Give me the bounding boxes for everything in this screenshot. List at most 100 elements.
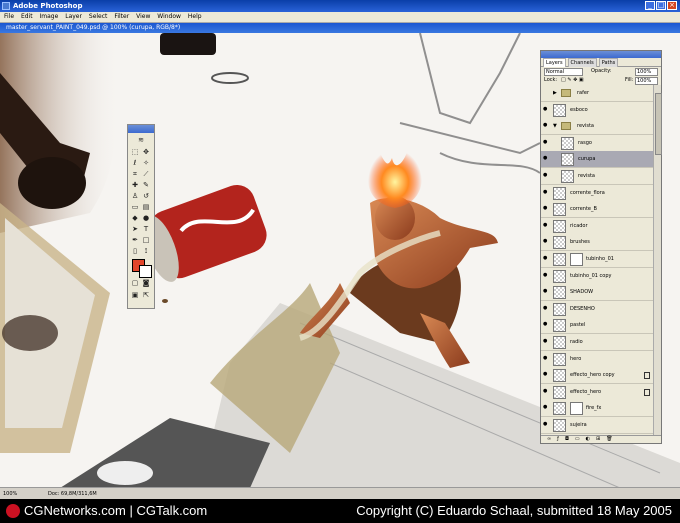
marquee-tool-icon[interactable]: ⬚ xyxy=(130,147,140,157)
menu-help[interactable]: Help xyxy=(188,13,202,20)
layer-row[interactable]: ● corrente_flora xyxy=(541,184,653,202)
clone-stamp-tool-icon[interactable]: ♙ xyxy=(130,191,140,201)
magic-wand-tool-icon[interactable]: ✧ xyxy=(141,158,151,168)
layer-row[interactable]: ● ricador xyxy=(541,217,653,235)
layer-row[interactable]: ● brushes xyxy=(541,234,653,252)
standard-mode-icon[interactable]: ▢ xyxy=(130,278,140,288)
visibility-eye-icon[interactable]: ● xyxy=(543,173,549,178)
visibility-eye-icon[interactable]: ● xyxy=(543,339,549,344)
visibility-eye-icon[interactable]: ● xyxy=(543,156,549,161)
new-layer-icon[interactable]: ⊞ xyxy=(596,436,600,442)
screen-mode-icon[interactable]: ▣ xyxy=(130,290,140,300)
visibility-eye-icon[interactable]: ● xyxy=(543,372,549,377)
shape-tool-icon[interactable]: □ xyxy=(141,235,151,245)
minimize-button[interactable]: _ xyxy=(645,1,655,10)
visibility-eye-icon[interactable]: ● xyxy=(543,206,549,211)
layer-row[interactable]: ● tubinho_01 copy xyxy=(541,267,653,285)
jump-to-imageready-icon[interactable]: ⇱ xyxy=(141,290,151,300)
new-group-icon[interactable]: ▭ xyxy=(575,436,580,442)
delete-layer-icon[interactable]: 🗑 xyxy=(606,436,612,442)
visibility-eye-icon[interactable]: ● xyxy=(543,256,549,261)
brush-tool-icon[interactable]: ✎ xyxy=(141,180,151,190)
tab-channels[interactable]: Channels xyxy=(567,58,597,67)
fill-field[interactable]: 100% xyxy=(635,77,658,85)
layers-scrollbar-thumb[interactable] xyxy=(655,93,662,155)
visibility-eye-icon[interactable]: ● xyxy=(543,272,549,278)
folder-expand-icon[interactable]: ▶ xyxy=(553,90,557,96)
layer-row[interactable]: ● SHADOW xyxy=(541,284,653,302)
tab-paths[interactable]: Paths xyxy=(598,58,619,67)
eyedropper-tool-icon[interactable]: ⟟ xyxy=(141,246,151,256)
layer-mask-icon[interactable]: ◘ xyxy=(565,436,569,442)
visibility-eye-icon[interactable]: ● xyxy=(543,422,549,427)
type-tool-icon[interactable]: T xyxy=(141,224,151,234)
visibility-eye-icon[interactable]: ● xyxy=(543,239,549,244)
layers-scrollbar[interactable] xyxy=(653,85,662,436)
layer-row[interactable]: ● rasgo xyxy=(541,134,653,152)
visibility-eye-icon[interactable]: ● xyxy=(543,388,549,394)
link-layers-icon[interactable]: ∞ xyxy=(547,436,551,442)
layer-row[interactable]: ●▶rafer xyxy=(541,85,653,102)
visibility-eye-icon[interactable]: ● xyxy=(543,222,549,228)
layer-row[interactable]: ● esboco xyxy=(541,101,653,119)
layer-row[interactable]: ● tubinho_01 xyxy=(541,251,653,268)
pen-tool-icon[interactable]: ✒ xyxy=(130,235,140,245)
menu-image[interactable]: Image xyxy=(40,13,59,20)
opacity-field[interactable]: 100% xyxy=(635,68,658,76)
layer-row[interactable]: ● effecto_hero xyxy=(541,383,653,401)
close-button[interactable]: × xyxy=(667,1,677,10)
visibility-eye-icon[interactable]: ● xyxy=(543,405,549,410)
visibility-eye-icon[interactable]: ● xyxy=(543,106,549,112)
layer-row[interactable]: ● pastel xyxy=(541,317,653,335)
zoom-level[interactable]: 100% xyxy=(3,488,17,499)
move-tool-icon[interactable]: ✥ xyxy=(141,147,151,157)
gradient-tool-icon[interactable]: ▤ xyxy=(141,202,151,212)
layers-panel-titlebar[interactable] xyxy=(541,51,661,58)
quick-mask-mode-icon[interactable]: ◙ xyxy=(141,278,151,288)
menu-file[interactable]: File xyxy=(4,13,14,20)
layer-row[interactable]: ● radio xyxy=(541,334,653,351)
background-color-swatch[interactable] xyxy=(139,265,152,278)
dodge-tool-icon[interactable]: ● xyxy=(141,213,151,223)
layer-row[interactable]: ● revista xyxy=(541,168,653,185)
visibility-eye-icon[interactable]: ● xyxy=(543,123,549,128)
toolbox-grip[interactable] xyxy=(128,125,154,133)
slice-tool-icon[interactable]: ⟋ xyxy=(141,169,151,179)
menu-filter[interactable]: Filter xyxy=(114,13,129,20)
layer-row[interactable]: ● DESENHO xyxy=(541,300,653,318)
notes-tool-icon[interactable]: ▯ xyxy=(130,246,140,256)
healing-brush-tool-icon[interactable]: ✚ xyxy=(130,180,140,190)
path-selection-tool-icon[interactable]: ➤ xyxy=(130,224,140,234)
crop-tool-icon[interactable]: ⌗ xyxy=(130,169,140,179)
visibility-eye-icon[interactable]: ● xyxy=(543,289,549,294)
layer-row[interactable]: ● curupa xyxy=(541,151,653,169)
layer-row[interactable]: ● sujeira xyxy=(541,417,653,434)
visibility-eye-icon[interactable]: ● xyxy=(543,355,549,361)
eraser-tool-icon[interactable]: ▭ xyxy=(130,202,140,212)
layer-row[interactable]: ● corrente_B xyxy=(541,201,653,219)
menu-select[interactable]: Select xyxy=(89,13,108,20)
menu-view[interactable]: View xyxy=(136,13,150,20)
layer-style-icon[interactable]: ƒ xyxy=(557,436,559,442)
folder-expand-icon[interactable]: ▼ xyxy=(553,123,557,129)
visibility-eye-icon[interactable]: ● xyxy=(543,139,549,145)
blend-mode-select[interactable]: Normal xyxy=(544,68,583,76)
lock-icons[interactable]: □ ✎ ✥ ▣ xyxy=(561,76,584,85)
menu-layer[interactable]: Layer xyxy=(65,13,82,20)
adjustment-layer-icon[interactable]: ◐ xyxy=(586,436,590,442)
layer-row[interactable]: ● fire_fx xyxy=(541,400,653,418)
photoshop-logo-icon[interactable]: ≋ xyxy=(131,135,151,145)
visibility-eye-icon[interactable]: ● xyxy=(543,305,549,311)
maximize-button[interactable]: □ xyxy=(656,1,666,10)
menu-window[interactable]: Window xyxy=(157,13,181,20)
layer-row[interactable]: ● hero xyxy=(541,350,653,368)
layer-row[interactable]: ● ▼ revista xyxy=(541,118,653,136)
lasso-tool-icon[interactable]: ℓ xyxy=(130,158,140,168)
history-brush-tool-icon[interactable]: ↺ xyxy=(141,191,151,201)
blur-tool-icon[interactable]: ◆ xyxy=(130,213,140,223)
tab-layers[interactable]: Layers xyxy=(543,58,566,67)
visibility-eye-icon[interactable]: ● xyxy=(543,322,549,327)
menu-edit[interactable]: Edit xyxy=(21,13,33,20)
visibility-eye-icon[interactable]: ● xyxy=(543,189,549,195)
layer-row[interactable]: ● effecto_hero copy xyxy=(541,367,653,385)
